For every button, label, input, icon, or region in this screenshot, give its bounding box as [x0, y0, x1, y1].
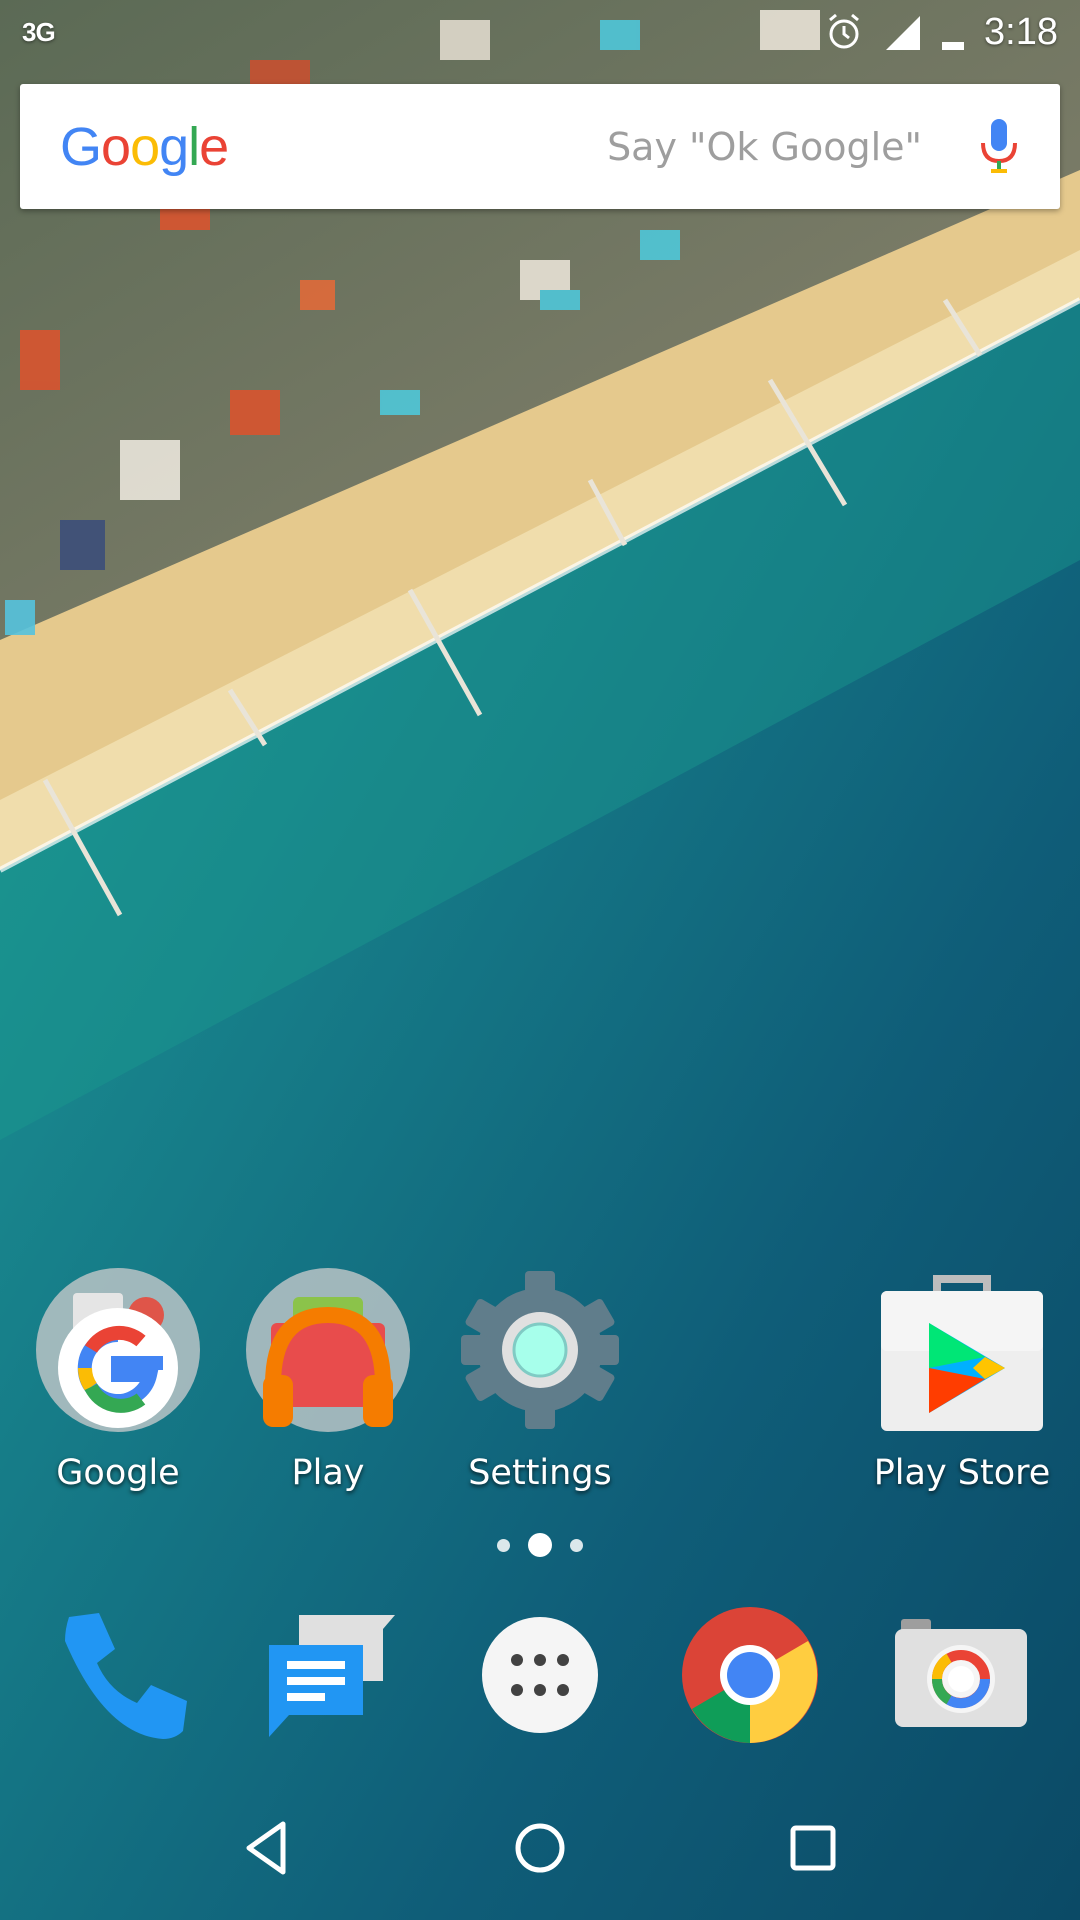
app-settings[interactable]: Settings [440, 1265, 640, 1505]
google-search-bar[interactable]: Google Say "Ok Google" [20, 84, 1060, 209]
app-drawer-icon [475, 1610, 605, 1745]
phone-icon [47, 1605, 187, 1750]
nav-bar [0, 1776, 1080, 1920]
play-folder-icon [243, 1265, 413, 1435]
page-dot[interactable] [570, 1538, 583, 1552]
alarm-icon [824, 12, 864, 52]
camera-icon [891, 1605, 1031, 1750]
dock-camera[interactable] [886, 1602, 1036, 1752]
app-label: Settings [468, 1453, 612, 1493]
play-store-icon [877, 1265, 1047, 1435]
signal-icon [882, 12, 922, 52]
page-dot[interactable] [497, 1538, 510, 1552]
home-icon[interactable] [495, 1803, 585, 1893]
messenger-icon [263, 1605, 403, 1750]
app-play-store[interactable]: Play Store [862, 1265, 1062, 1505]
app-label: Play Store [873, 1453, 1051, 1493]
clock: 3:18 [984, 10, 1058, 53]
page-indicator [0, 1530, 1080, 1560]
battery-icon [940, 12, 966, 52]
network-type: 3G [22, 16, 56, 47]
app-label: Play [291, 1453, 365, 1493]
status-bar: 3G 3:18 [0, 0, 1080, 64]
search-hint: Say "Ok Google" [607, 124, 922, 169]
dock-phone[interactable] [42, 1602, 192, 1752]
dock-app-drawer[interactable] [465, 1602, 615, 1752]
dock-chrome[interactable] [675, 1602, 825, 1752]
google-folder-icon [33, 1265, 203, 1435]
app-label: Google [56, 1453, 180, 1493]
back-icon[interactable] [222, 1803, 312, 1893]
app-play-folder[interactable]: Play [228, 1265, 428, 1505]
status-left: 3G [22, 16, 56, 48]
app-google-folder[interactable]: Google [18, 1265, 218, 1505]
mic-icon[interactable] [978, 117, 1020, 177]
status-right: 3:18 [824, 11, 1058, 54]
page-dot-active[interactable] [528, 1533, 552, 1557]
settings-icon [455, 1265, 625, 1435]
chrome-icon [680, 1605, 820, 1750]
dock-messenger[interactable] [258, 1602, 408, 1752]
recents-icon[interactable] [768, 1803, 858, 1893]
google-logo: Google [60, 116, 229, 177]
